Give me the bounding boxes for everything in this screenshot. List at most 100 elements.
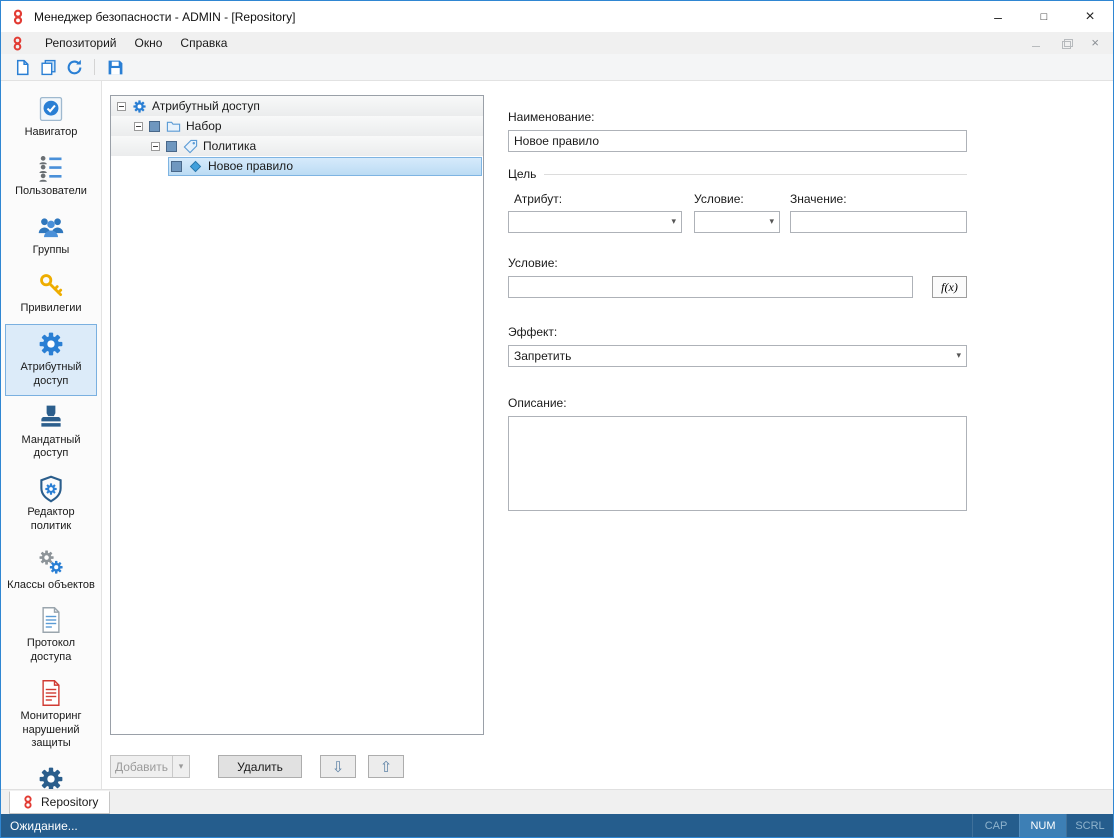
window-title: Менеджер безопасности - ADMIN - [Reposit…	[34, 10, 295, 24]
sidebar-item-privileges[interactable]: Привилегии	[5, 265, 97, 323]
document-tab-strip: Repository	[1, 789, 1113, 814]
arrow-down-icon: ⇩	[332, 758, 345, 776]
menu-help[interactable]: Справка	[171, 32, 236, 54]
save-icon	[107, 59, 124, 76]
move-up-button[interactable]: ⇧	[368, 755, 404, 778]
maximize-button[interactable]: □	[1021, 1, 1067, 32]
app-logo-icon	[10, 9, 26, 25]
add-button[interactable]: Добавить ▾	[110, 755, 190, 778]
condition-combobox[interactable]: ▾	[694, 211, 780, 233]
tag-icon	[183, 139, 198, 154]
move-down-button[interactable]: ⇩	[320, 755, 356, 778]
target-fields: ▾ ▾	[508, 211, 1113, 233]
maximize-icon: □	[1041, 11, 1048, 23]
condition-expression-input[interactable]	[508, 276, 913, 298]
refresh-button[interactable]	[61, 56, 87, 79]
minimize-icon: –	[994, 9, 1002, 25]
shield-gear-icon	[37, 475, 65, 503]
chevron-down-icon: ▾	[671, 216, 676, 227]
group-divider	[544, 174, 967, 175]
stamp-icon	[37, 403, 65, 431]
target-field-labels: Атрибут: Условие: Значение:	[508, 192, 1113, 206]
sidebar: Навигатор Пользователи Группы Привилегии…	[1, 81, 102, 789]
arrow-up-icon: ⇧	[380, 758, 393, 776]
menu-window[interactable]: Окно	[126, 32, 172, 54]
tree-node-attribute-access[interactable]: Атрибутный доступ	[111, 96, 483, 116]
menu-repository[interactable]: Репозиторий	[36, 32, 126, 54]
collapse-icon[interactable]	[134, 122, 143, 131]
tree-node-set[interactable]: Набор	[111, 116, 483, 136]
repository-tab-icon	[21, 795, 35, 809]
attribute-access-gear-icon	[37, 330, 65, 358]
violation-monitoring-document-icon	[37, 679, 65, 707]
open-document-icon	[40, 59, 57, 76]
sidebar-item-policy-editor[interactable]: Редактор политик	[5, 469, 97, 541]
attribute-combobox[interactable]: ▾	[508, 211, 682, 233]
sidebar-item-groups[interactable]: Группы	[5, 207, 97, 265]
close-button[interactable]: ×	[1067, 1, 1113, 32]
service-gear-icon	[37, 765, 65, 789]
effect-combobox[interactable]: Запретить ▾	[508, 345, 967, 367]
sidebar-item-object-classes[interactable]: Классы объектов	[5, 542, 97, 600]
caps-lock-indicator: CAP	[972, 814, 1019, 837]
sidebar-item-attribute-access[interactable]: Атрибутный доступ	[5, 324, 97, 396]
key-icon	[37, 271, 65, 299]
function-editor-button[interactable]: f(x)	[932, 276, 967, 298]
chevron-down-icon: ▾	[956, 350, 961, 361]
mdi-restore-icon[interactable]	[1061, 38, 1073, 48]
sidebar-item-violation-monitoring[interactable]: Мониторинг нарушений защиты	[5, 673, 97, 758]
keyboard-indicators: CAP NUM SCRL	[972, 814, 1113, 837]
tree-node-new-rule-selected[interactable]: Новое правило	[168, 157, 482, 176]
mdi-child-icon	[10, 36, 25, 51]
target-group-caption: Цель	[508, 167, 967, 181]
mdi-close-icon[interactable]: ×	[1091, 38, 1099, 48]
mdi-window-controls: ×	[1031, 38, 1099, 48]
sidebar-item-navigator[interactable]: Навигатор	[5, 89, 97, 147]
collapse-icon[interactable]	[117, 102, 126, 111]
toolbar	[1, 54, 1113, 81]
delete-button[interactable]: Удалить	[218, 755, 302, 778]
tree-checkbox[interactable]	[166, 141, 177, 152]
groups-icon	[37, 213, 65, 241]
sidebar-item-mandatory-access[interactable]: Мандатный доступ	[5, 397, 97, 469]
navigator-icon	[37, 95, 65, 123]
tree-panel: Атрибутный доступ Набор Политика	[102, 81, 484, 789]
tree-action-buttons: Добавить ▾ Удалить ⇩ ⇧	[110, 755, 484, 778]
tree-checkbox[interactable]	[171, 161, 182, 172]
open-document-button[interactable]	[35, 56, 61, 79]
num-lock-indicator: NUM	[1019, 814, 1066, 837]
refresh-icon	[66, 59, 83, 76]
effect-label: Эффект:	[508, 325, 1113, 339]
minimize-button[interactable]: –	[975, 1, 1021, 32]
description-textarea[interactable]	[508, 416, 967, 511]
save-button[interactable]	[102, 56, 128, 79]
condition-expression-label: Условие:	[508, 256, 1113, 270]
name-input[interactable]	[508, 130, 967, 152]
dropdown-arrow-icon[interactable]: ▾	[172, 756, 189, 777]
tree-node-policy[interactable]: Политика	[111, 136, 483, 156]
object-classes-gears-icon	[37, 548, 65, 576]
sidebar-item-service[interactable]: Сервис	[5, 759, 97, 789]
sidebar-item-users[interactable]: Пользователи	[5, 148, 97, 206]
description-label: Описание:	[508, 396, 1113, 410]
status-text: Ожидание...	[10, 819, 78, 833]
menu-bar: Репозиторий Окно Справка ×	[1, 32, 1113, 54]
chevron-down-icon: ▾	[769, 216, 774, 227]
gear-icon	[132, 99, 147, 114]
condition-label: Условие:	[694, 192, 780, 206]
tree-row: Новое правило	[111, 156, 483, 176]
app-window: Менеджер безопасности - ADMIN - [Reposit…	[0, 0, 1114, 838]
new-document-icon	[14, 59, 31, 76]
main-area: Навигатор Пользователи Группы Привилегии…	[1, 81, 1113, 789]
condition-row: f(x)	[508, 276, 1113, 298]
tree-checkbox[interactable]	[149, 121, 160, 132]
tab-repository[interactable]: Repository	[9, 791, 110, 814]
mdi-minimize-icon[interactable]	[1031, 38, 1043, 48]
access-log-document-icon	[37, 606, 65, 634]
sidebar-item-access-log[interactable]: Протокол доступа	[5, 600, 97, 672]
value-input[interactable]	[790, 211, 967, 233]
name-label: Наименование:	[508, 110, 1113, 124]
toolbar-separator	[94, 59, 95, 75]
collapse-icon[interactable]	[151, 142, 160, 151]
new-document-button[interactable]	[9, 56, 35, 79]
